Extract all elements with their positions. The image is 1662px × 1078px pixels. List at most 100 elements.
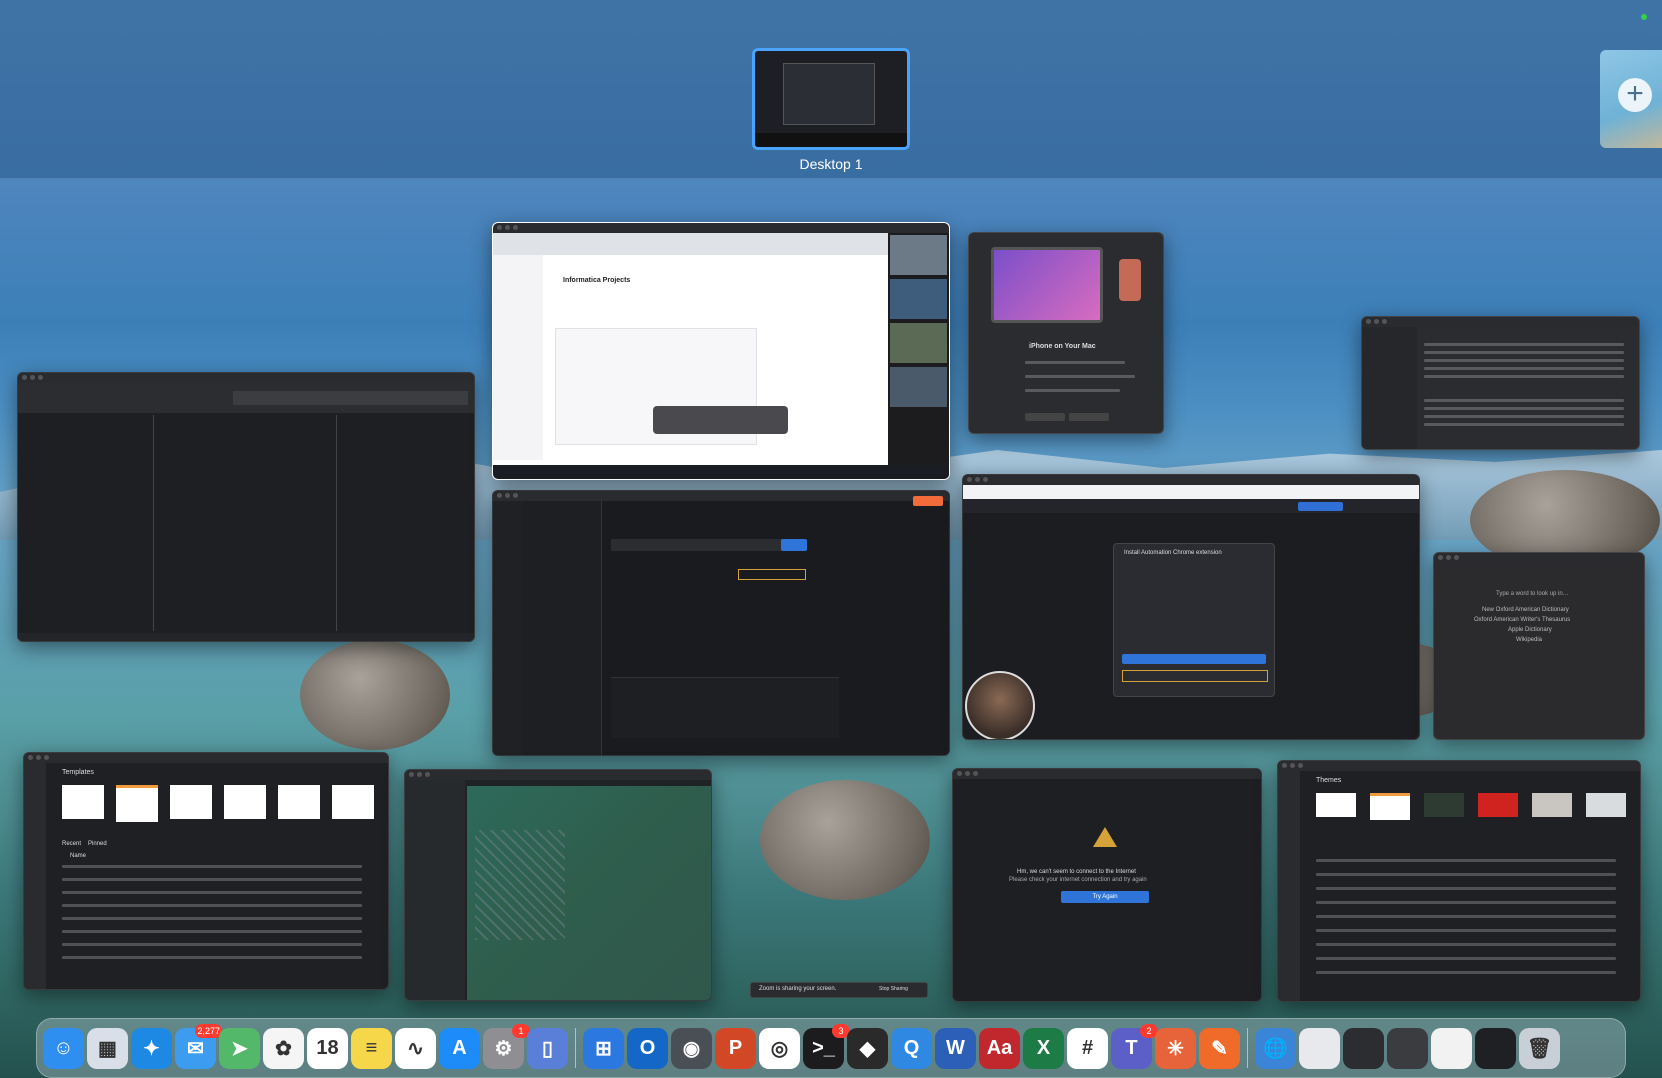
presentation-row[interactable] <box>1316 859 1616 862</box>
zoom-capture-icon[interactable]: ◉ <box>671 1027 712 1069</box>
document-row[interactable] <box>62 891 362 894</box>
screen-share-bar[interactable]: Zoom is sharing your screen. Stop Sharin… <box>750 982 928 998</box>
finder-icon[interactable]: ☺ <box>43 1027 84 1069</box>
document-row[interactable] <box>62 904 362 907</box>
qmenu-icon[interactable]: Q <box>891 1027 932 1069</box>
file-row[interactable] <box>1424 399 1624 402</box>
presentation-row[interactable] <box>1316 887 1616 890</box>
app-store-icon[interactable]: A <box>439 1027 480 1069</box>
try-again-button[interactable]: Try Again <box>1061 891 1149 903</box>
file-row[interactable] <box>1424 343 1624 346</box>
window-iphone-mirroring[interactable]: iPhone on Your Mac <box>968 232 1164 434</box>
send-button[interactable] <box>781 539 807 551</box>
template-thumb-tour[interactable] <box>116 785 158 822</box>
presentation-row[interactable] <box>1316 873 1616 876</box>
presentation-row[interactable] <box>1316 971 1616 974</box>
sign-up-button[interactable] <box>913 496 943 506</box>
notes-icon[interactable]: ≡ <box>351 1027 392 1069</box>
desktop-1-thumbnail[interactable] <box>752 48 910 150</box>
mail-icon[interactable]: ✉ 2,277 <box>175 1023 222 1069</box>
window-thumb-5-icon[interactable] <box>1475 1027 1516 1069</box>
continue-button[interactable] <box>1025 413 1065 421</box>
window-finder[interactable] <box>1361 316 1640 450</box>
window-thumb-2-icon[interactable] <box>1343 1027 1384 1069</box>
theme-thumb-parcel[interactable] <box>1586 793 1626 817</box>
maps-icon[interactable]: ➤ <box>219 1027 260 1069</box>
window-word-templates[interactable]: Templates Recent Pinned Name <box>23 752 389 990</box>
presentation-row[interactable] <box>1316 901 1616 904</box>
file-row[interactable] <box>1424 375 1624 378</box>
outlook-icon[interactable]: O <box>627 1027 668 1069</box>
file-row[interactable] <box>1424 407 1624 410</box>
teams-icon[interactable]: T2 <box>1111 1023 1158 1069</box>
photos-icon[interactable]: ✿ <box>263 1027 304 1069</box>
file-row[interactable] <box>1424 367 1624 370</box>
window-powerpoint-themes[interactable]: Themes <box>1277 760 1641 1002</box>
window-dictionary[interactable]: Type a word to look up in… New Oxford Am… <box>1433 552 1645 740</box>
template-thumb[interactable] <box>332 785 374 819</box>
dictionary-icon[interactable]: Aa <box>979 1027 1020 1069</box>
document-row[interactable] <box>62 956 362 959</box>
window-browser-meeting[interactable]: Informatica Projects <box>492 222 950 480</box>
upgrade-button[interactable] <box>1298 502 1343 511</box>
trash-icon[interactable]: 🗑 <box>1519 1027 1560 1069</box>
system-settings-icon[interactable]: ⚙ 1 <box>483 1023 530 1069</box>
window-thumb-4-icon[interactable] <box>1431 1027 1472 1069</box>
window-offline[interactable]: Hm, we can't seem to connect to the Inte… <box>952 768 1262 1002</box>
powerpoint-icon[interactable]: P <box>715 1027 756 1069</box>
highlighted-field[interactable] <box>738 569 806 580</box>
stop-sharing-button[interactable]: Stop Sharing <box>879 986 908 992</box>
template-thumb[interactable] <box>170 785 212 819</box>
presentation-row[interactable] <box>1316 957 1616 960</box>
file-row[interactable] <box>1424 359 1624 362</box>
launchpad-icon[interactable]: ▦ <box>87 1027 128 1069</box>
window-thumb-1-icon[interactable] <box>1299 1027 1340 1069</box>
theme-thumb-gallery[interactable] <box>1532 793 1572 817</box>
chrome-icon[interactable]: ◎ <box>759 1027 800 1069</box>
theme-thumb-tour[interactable] <box>1370 793 1410 820</box>
windows-app-icon[interactable]: ⊞ <box>583 1027 624 1069</box>
template-thumb[interactable] <box>278 785 320 819</box>
word-icon[interactable]: W <box>935 1027 976 1069</box>
document-row[interactable] <box>62 943 362 946</box>
template-thumb[interactable] <box>224 785 266 819</box>
window-thumb-3-icon[interactable] <box>1387 1027 1428 1069</box>
dictionary-source-3[interactable]: Wikipedia <box>1516 637 1542 643</box>
window-word-document[interactable] <box>17 372 475 642</box>
safari-icon[interactable]: ✦ <box>131 1027 172 1069</box>
slack-icon[interactable]: # <box>1067 1027 1108 1069</box>
pinned-tab[interactable]: Pinned <box>88 841 107 847</box>
recent-tab[interactable]: Recent <box>62 841 81 847</box>
presentation-row[interactable] <box>1316 929 1616 932</box>
theme-thumb[interactable] <box>1316 793 1356 817</box>
theme-thumb-atlas[interactable] <box>1478 793 1518 817</box>
document-row[interactable] <box>62 917 362 920</box>
file-row[interactable] <box>1424 423 1624 426</box>
document-row[interactable] <box>62 878 362 881</box>
add-extension-button[interactable] <box>1122 654 1266 664</box>
file-row[interactable] <box>1424 415 1624 418</box>
theme-thumb-madison[interactable] <box>1424 793 1464 817</box>
dictionary-source-2[interactable]: Apple Dictionary <box>1508 627 1552 633</box>
calendar-icon[interactable]: 18 <box>307 1027 348 1069</box>
presentation-row[interactable] <box>1316 943 1616 946</box>
iphone-mirroring-icon[interactable]: ▯ <box>527 1027 568 1069</box>
presentation-row[interactable] <box>1316 915 1616 918</box>
video-player-controls[interactable] <box>653 406 788 434</box>
file-row[interactable] <box>1424 351 1624 354</box>
excel-icon[interactable]: X <box>1023 1027 1064 1069</box>
document-row[interactable] <box>62 930 362 933</box>
window-api-workspace[interactable] <box>492 490 950 756</box>
window-map[interactable] <box>404 769 712 1001</box>
document-row[interactable] <box>62 865 362 868</box>
claude-icon[interactable]: ✳ <box>1155 1027 1196 1069</box>
terminal-icon[interactable]: >_ 3 <box>803 1023 850 1069</box>
dictionary-source-1[interactable]: Oxford American Writer's Thesaurus <box>1474 617 1570 623</box>
pencil-app-icon[interactable]: ✎ <box>1199 1027 1240 1069</box>
freeform-icon[interactable]: ∿ <box>395 1027 436 1069</box>
window-automation-browser[interactable]: Install Automation Chrome extension <box>962 474 1420 740</box>
extension-dialog[interactable]: Install Automation Chrome extension <box>1113 543 1275 697</box>
address-bar[interactable] <box>963 485 1419 499</box>
template-thumb[interactable] <box>62 785 104 819</box>
add-desktop-button[interactable]: + <box>1600 50 1662 148</box>
